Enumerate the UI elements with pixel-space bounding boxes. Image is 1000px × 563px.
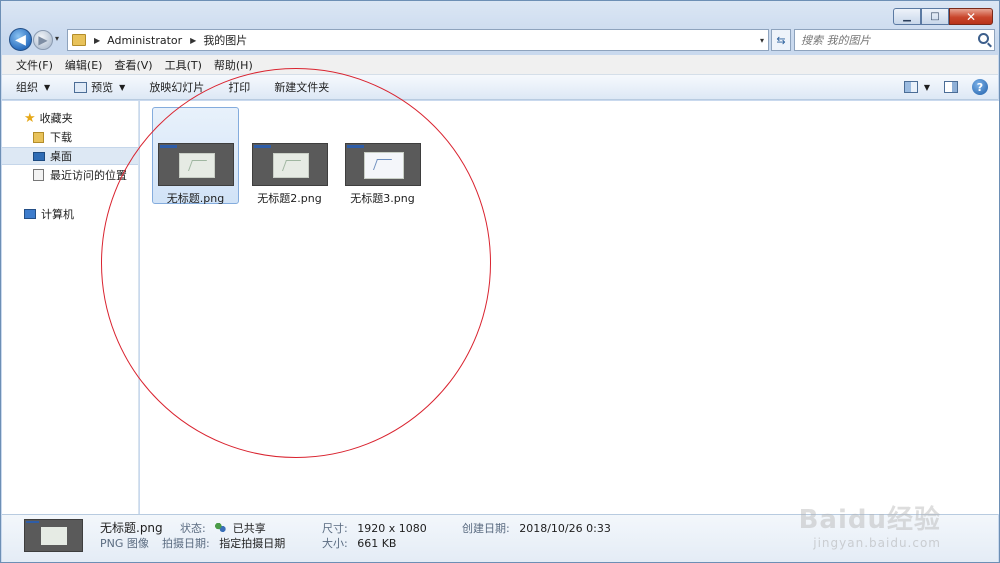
baidu-watermark-url: jingyan.baidu.com bbox=[813, 536, 941, 550]
command-bar-right: ▼ ? bbox=[903, 79, 988, 95]
computer-icon bbox=[24, 209, 36, 219]
search-icon[interactable] bbox=[978, 33, 989, 44]
menu-tools[interactable]: 工具(T) bbox=[159, 57, 208, 73]
details-date-taken-label: 拍摄日期: bbox=[162, 537, 210, 550]
details-status-label: 状态: bbox=[180, 522, 206, 535]
details-dimensions-value: 1920 x 1080 bbox=[357, 522, 427, 535]
address-bar[interactable]: ▶ Administrator ▶ 我的图片 ▾ bbox=[67, 29, 769, 51]
sidebar-item-desktop[interactable]: 桌面 bbox=[2, 147, 138, 165]
organize-button[interactable]: 组织 ▼ bbox=[16, 79, 50, 95]
details-size: 大小: 661 KB bbox=[322, 535, 396, 551]
desktop-icon bbox=[33, 151, 45, 161]
details-created: 创建日期: 2018/10/26 0:33 bbox=[462, 520, 611, 536]
organize-label: 组织 bbox=[16, 81, 38, 94]
address-dropdown-icon[interactable]: ▾ bbox=[760, 36, 764, 45]
menu-file[interactable]: 文件(F) bbox=[10, 57, 59, 73]
menu-edit[interactable]: 编辑(E) bbox=[59, 57, 109, 73]
recent-pages-dropdown[interactable]: ▾ bbox=[55, 34, 59, 43]
details-filetype: PNG 图像 bbox=[100, 537, 149, 550]
preview-icon bbox=[74, 81, 88, 93]
baidu-watermark: Baidu经验 bbox=[798, 505, 941, 535]
help-icon[interactable]: ? bbox=[972, 79, 988, 95]
sidebar-item-label: 收藏夹 bbox=[39, 112, 73, 125]
breadcrumb-my-pictures[interactable]: 我的图片 bbox=[203, 32, 247, 48]
sidebar-item-label: 桌面 bbox=[50, 150, 72, 163]
preview-button[interactable]: 预览 ▼ bbox=[74, 79, 125, 95]
details-date-taken: 拍摄日期: 指定拍摄日期 bbox=[162, 535, 285, 551]
sidebar-item-label: 下载 bbox=[50, 131, 72, 144]
command-bar: 组织 ▼ 预览 ▼ 放映幻灯片 打印 新建文件夹 ▼ ? bbox=[2, 75, 998, 100]
search-input[interactable] bbox=[801, 33, 979, 47]
folder-icon bbox=[72, 34, 86, 46]
preview-label: 预览 bbox=[91, 81, 114, 94]
menu-help[interactable]: 帮助(H) bbox=[208, 57, 259, 73]
details-size-value: 661 KB bbox=[357, 537, 397, 550]
breadcrumb-administrator[interactable]: Administrator bbox=[107, 34, 182, 47]
star-icon: ★ bbox=[24, 110, 36, 126]
maximize-button[interactable]: □ bbox=[921, 8, 949, 25]
close-button[interactable]: ✕ bbox=[949, 8, 993, 25]
refresh-button[interactable]: ⇆ bbox=[771, 29, 791, 51]
minimize-button[interactable]: ▁ bbox=[893, 8, 921, 25]
search-box[interactable] bbox=[794, 29, 995, 51]
chevron-down-icon: ▼ bbox=[44, 82, 51, 92]
details-thumbnail bbox=[24, 519, 83, 552]
shared-icon bbox=[215, 523, 227, 533]
slideshow-button[interactable]: 放映幻灯片 bbox=[149, 79, 204, 95]
navigation-bar: ◀ ▶ ▾ ▶ Administrator ▶ 我的图片 ▾ ⇆ bbox=[7, 28, 995, 52]
details-status-value: 已共享 bbox=[232, 522, 266, 535]
sidebar-item-downloads[interactable]: 下载 bbox=[2, 128, 138, 146]
chevron-down-icon: ▼ bbox=[119, 82, 126, 92]
details-size-label: 大小: bbox=[322, 537, 348, 550]
chevron-down-icon: ▼ bbox=[923, 82, 930, 92]
back-button[interactable]: ◀ bbox=[9, 28, 32, 51]
sidebar-item-label: 最近访问的位置 bbox=[50, 169, 127, 182]
caption-buttons: ▁ □ ✕ bbox=[893, 8, 993, 25]
menu-view[interactable]: 查看(V) bbox=[108, 57, 158, 73]
menu-bar: 文件(F) 编辑(E) 查看(V) 工具(T) 帮助(H) bbox=[2, 55, 998, 75]
details-status: 状态: 已共享 bbox=[180, 520, 266, 536]
details-dimensions-label: 尺寸: bbox=[322, 522, 348, 535]
recent-places-icon bbox=[33, 169, 44, 181]
details-date-taken-value[interactable]: 指定拍摄日期 bbox=[219, 537, 285, 550]
annotation-circle bbox=[101, 68, 491, 458]
forward-button[interactable]: ▶ bbox=[33, 30, 53, 50]
sidebar-item-label: 计算机 bbox=[41, 208, 74, 221]
preview-pane-icon[interactable] bbox=[944, 81, 958, 93]
details-created-value: 2018/10/26 0:33 bbox=[519, 522, 611, 535]
download-folder-icon bbox=[33, 131, 44, 143]
breadcrumb-separator-icon[interactable]: ▶ bbox=[190, 36, 196, 45]
details-dimensions: 尺寸: 1920 x 1080 bbox=[322, 520, 427, 536]
explorer-window: ▁ □ ✕ ◀ ▶ ▾ ▶ Administrator ▶ 我的图片 ▾ ⇆ 文… bbox=[0, 0, 1000, 563]
sidebar-item-favorites[interactable]: ★ 收藏夹 bbox=[2, 109, 138, 127]
details-created-label: 创建日期: bbox=[462, 522, 510, 535]
details-filename: 无标题.png bbox=[100, 521, 163, 535]
change-view-button[interactable]: ▼ bbox=[903, 81, 930, 93]
breadcrumb-separator-icon[interactable]: ▶ bbox=[94, 36, 100, 45]
views-icon bbox=[903, 81, 918, 93]
